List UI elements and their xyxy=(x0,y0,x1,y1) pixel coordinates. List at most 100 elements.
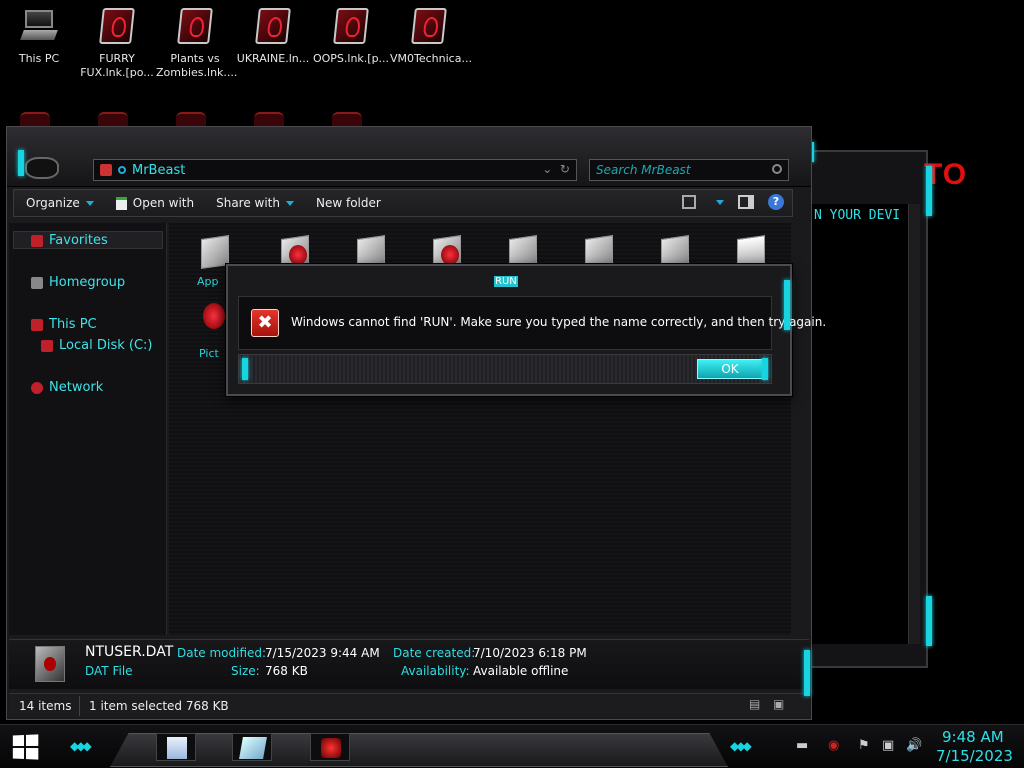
shortcut-icon xyxy=(255,8,291,48)
frame-accent xyxy=(926,596,932,646)
show-hidden-icons-icon[interactable]: ▬ xyxy=(796,738,808,753)
desktop-icon-label: This PC xyxy=(18,52,60,65)
window-icon xyxy=(239,737,267,759)
nav-item-homegroup[interactable]: Homegroup xyxy=(31,275,125,290)
background-window[interactable]: N YOUR DEVI xyxy=(800,150,928,668)
date-modified-value: 7/15/2023 9:44 AM xyxy=(265,646,380,660)
nav-item-network[interactable]: Network xyxy=(31,380,103,395)
security-flag-icon[interactable]: ⚑ xyxy=(858,738,870,753)
folder-icon xyxy=(100,164,112,176)
ok-button[interactable]: OK xyxy=(697,359,763,379)
error-icon: ✖ xyxy=(251,309,279,337)
dialog-message: Windows cannot find 'RUN'. Make sure you… xyxy=(291,315,827,329)
desktop-icon-vm0technica[interactable]: VM0Technica... xyxy=(390,8,472,66)
command-bar: Organize Open with Share with New folder… xyxy=(13,189,793,217)
document-icon xyxy=(167,737,187,759)
file-name: NTUSER.DAT xyxy=(85,644,174,660)
computer-icon xyxy=(31,318,43,331)
location-dot-icon xyxy=(118,166,126,174)
taskbar-accent: ◆◆◆ xyxy=(70,739,92,753)
item-count: 14 items xyxy=(19,699,72,713)
clock-time[interactable]: 9:48 AM xyxy=(942,728,1004,746)
shortcut-icon xyxy=(411,8,447,48)
nav-item-local-disk[interactable]: Local Disk (C:) xyxy=(41,338,152,353)
chevron-down-icon xyxy=(286,200,294,206)
open-with-label: Open with xyxy=(132,196,195,210)
view-options-icon[interactable] xyxy=(682,195,696,209)
frame-accent xyxy=(804,650,810,696)
divider xyxy=(79,696,80,716)
selection-info: 1 item selected 768 KB xyxy=(89,699,229,713)
clock-date[interactable]: 7/15/2023 xyxy=(936,747,1013,765)
chevron-down-icon[interactable] xyxy=(716,199,724,205)
taskbar-app-explorer[interactable] xyxy=(232,733,272,761)
taskbar-app-alien[interactable] xyxy=(310,733,350,761)
volume-icon[interactable]: 🔊 xyxy=(906,738,922,753)
vertical-scrollbar[interactable] xyxy=(908,204,920,644)
date-modified-label: Date modified: xyxy=(177,646,267,660)
search-icon xyxy=(772,164,782,174)
address-bar[interactable]: MrBeast ⌄ ↻ xyxy=(93,159,577,181)
desktop-icon-label: OOPS.lnk.[p... xyxy=(312,52,390,65)
error-dialog[interactable]: RUN ✖ Windows cannot find 'RUN'. Make su… xyxy=(226,264,826,396)
homegroup-icon xyxy=(31,276,43,289)
help-icon[interactable]: ? xyxy=(768,194,784,210)
desktop-icon-label: VM0Technica... xyxy=(390,52,472,65)
organize-button[interactable]: Organize xyxy=(26,196,94,210)
background-window-content xyxy=(810,204,908,644)
nav-label: Homegroup xyxy=(49,275,126,290)
desktop-icon-this-pc[interactable]: This PC xyxy=(0,8,78,66)
status-bar: 14 items 1 item selected 768 KB ▤ ▣ xyxy=(9,693,809,717)
network-icon xyxy=(31,381,43,394)
network-icon[interactable]: ▣ xyxy=(882,738,894,753)
start-button[interactable] xyxy=(12,734,39,760)
document-icon xyxy=(115,196,127,210)
size-value: 768 KB xyxy=(265,664,308,678)
taskbar-dock xyxy=(110,733,728,767)
desktop-icon-furry-fux[interactable]: FURRY FUX.lnk.[po... xyxy=(78,8,156,80)
computer-icon xyxy=(20,8,58,48)
address-path: MrBeast xyxy=(132,162,186,178)
details-view-icon[interactable]: ▤ xyxy=(749,697,760,711)
alien-app-icon xyxy=(321,738,341,758)
open-with-button[interactable]: Open with xyxy=(115,196,195,210)
shortcut-icon xyxy=(333,8,369,48)
explorer-window[interactable]: MrBeast ⌄ ↻ Search MrBeast Organize Open… xyxy=(6,126,812,720)
chevron-down-icon xyxy=(85,200,94,206)
star-icon xyxy=(31,234,43,247)
large-icons-view-icon[interactable]: ▣ xyxy=(773,697,784,711)
share-with-button[interactable]: Share with xyxy=(216,196,294,210)
alien-logo-icon xyxy=(25,157,59,179)
drive-icon xyxy=(41,339,53,352)
desktop-icon-plants-vs-zombies[interactable]: Plants vs Zombies.lnk.... xyxy=(156,8,237,80)
date-created-value: 7/10/2023 6:18 PM xyxy=(473,646,587,660)
frame-accent xyxy=(926,166,932,216)
file-icon xyxy=(35,646,65,682)
shortcut-icon xyxy=(177,8,213,48)
frame-accent xyxy=(242,358,248,380)
frame-accent xyxy=(784,280,790,330)
search-input[interactable]: Search MrBeast xyxy=(589,159,789,181)
frame-accent xyxy=(18,150,24,176)
refresh-icon[interactable]: ⌄ ↻ xyxy=(542,162,570,176)
nav-item-this-pc[interactable]: This PC xyxy=(31,317,97,332)
availability-value: Available offline xyxy=(473,664,569,678)
desktop-icon-label: UKRAINE.ln... xyxy=(236,52,310,65)
new-folder-button[interactable]: New folder xyxy=(316,196,381,210)
organize-label: Organize xyxy=(26,196,80,210)
folder-label: App xyxy=(197,275,219,288)
background-window-text: N YOUR DEVI xyxy=(814,208,901,223)
desktop-icon-label: FURRY FUX.lnk.[po... xyxy=(80,52,154,79)
navigation-pane: Favorites Homegroup This PC Local Disk (… xyxy=(9,223,167,635)
tray-app-icon[interactable]: ◉ xyxy=(828,738,839,753)
nav-label: Local Disk (C:) xyxy=(59,338,153,353)
desktop-icon-oops[interactable]: OOPS.lnk.[p... xyxy=(312,8,390,66)
folder-label: Pict xyxy=(199,347,219,360)
nav-item-favorites[interactable]: Favorites xyxy=(31,233,108,248)
file-type: DAT File xyxy=(85,664,133,678)
taskbar-accent: ◆◆◆ xyxy=(730,739,752,753)
preview-pane-icon[interactable] xyxy=(738,195,754,209)
desktop-icon-ukraine[interactable]: UKRAINE.ln... xyxy=(234,8,312,66)
search-placeholder: Search MrBeast xyxy=(596,163,691,177)
taskbar-app-notepad[interactable] xyxy=(156,733,196,761)
